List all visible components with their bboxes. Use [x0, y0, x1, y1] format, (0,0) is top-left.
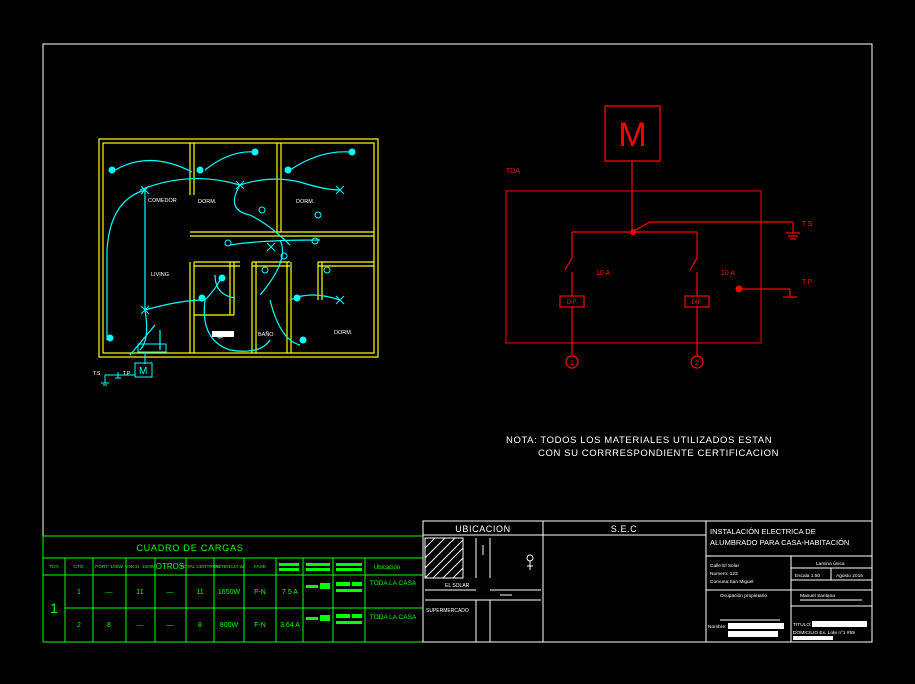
table-header: PORT. 100W: [95, 564, 123, 570]
ts-label: T.S: [93, 371, 101, 377]
street-label: SUPERMERCADO: [426, 608, 469, 614]
table-header: ENCH. 150W: [126, 564, 155, 570]
circuit-number: 2: [695, 360, 699, 367]
room-label: DORM.: [296, 199, 315, 205]
tp-label: T.P: [802, 279, 812, 286]
room-label: COMEDOR: [148, 198, 177, 204]
address-line: Calle:El Solar: [710, 563, 739, 569]
svg-text:11: 11: [136, 589, 143, 596]
load-table-title: CUADRO DE CARGAS: [136, 543, 243, 553]
luminaire-symbol: [293, 294, 301, 302]
breaker-rating: 10 A: [721, 270, 735, 277]
tp-label: T.P: [123, 371, 131, 377]
table-header: FASE: [254, 564, 266, 570]
group-number: 1: [50, 600, 58, 616]
address-field: DOMICILIO Ex. Lote n°1 #59: [793, 630, 855, 636]
note-line-1: NOTA: TODOS LOS MATERIALES UTILIZADOS ES…: [506, 435, 772, 446]
luminaire-symbol: [108, 166, 116, 174]
owner-label: Ocupación propietario: [720, 593, 767, 599]
svg-text:F-N: F-N: [254, 622, 266, 629]
dif-label: DIF.: [567, 300, 578, 306]
svg-text:F-N: F-N: [254, 589, 266, 596]
svg-text:8: 8: [198, 622, 202, 629]
title-label: TITULO:: [793, 622, 811, 628]
svg-text:TODA LA CASA: TODA LA CASA: [370, 614, 417, 621]
room-label: DORM.: [334, 330, 353, 336]
luminaire-symbol: [348, 148, 356, 156]
luminaire-symbol: [196, 166, 204, 174]
redacted-name: [728, 623, 784, 629]
svg-text:—: —: [106, 589, 113, 596]
address-line: Comuna:San Miguel: [710, 579, 753, 585]
location-title: UBICACION: [455, 524, 510, 534]
svg-text:7.5 A: 7.5 A: [282, 589, 298, 596]
luminaire-symbol: [198, 294, 206, 302]
cad-drawing: COMEDOR DORM. DORM. LIVING BAÑO DORM. M …: [0, 0, 915, 684]
drawing-title: ALUMBRADO PARA CASA-HABITACIÓN: [710, 538, 849, 547]
sec-title: S.E.C: [611, 524, 638, 534]
luminaire-symbol: [251, 148, 259, 156]
meter-label: M: [139, 366, 147, 377]
note-line-2: CON SU CORRRESPONDIENTE CERTIFICACION: [538, 448, 779, 459]
svg-text:—: —: [167, 589, 174, 596]
svg-text:TODA LA CASA: TODA LA CASA: [370, 580, 417, 587]
date-label: Agosto 2015: [836, 573, 863, 579]
svg-text:1650W: 1650W: [218, 589, 241, 596]
svg-text:—: —: [167, 622, 174, 629]
dif-label: DIF.: [692, 300, 703, 306]
kitchen-counter: [212, 331, 234, 337]
redacted-address: [793, 636, 833, 640]
room-label: BAÑO: [258, 331, 274, 338]
ts-label: T.S: [802, 221, 812, 228]
breaker-rating: 10 A: [596, 270, 610, 277]
tp-terminal: [735, 285, 743, 293]
svg-text:3.64 A: 3.64 A: [280, 622, 300, 629]
table-header: POTENCIA W: [214, 564, 245, 570]
svg-text:—: —: [137, 622, 144, 629]
svg-text:800W: 800W: [220, 622, 239, 629]
table-header: CTO.: [73, 564, 84, 570]
redacted-title: [812, 621, 867, 627]
name-label: Nombre:: [708, 624, 726, 630]
owner-name: Manuel Santana: [800, 593, 835, 599]
street-label: EL SOLAR: [445, 583, 470, 589]
scale-label: Escala 1:50: [795, 573, 820, 579]
svg-text:2: 2: [77, 622, 81, 629]
svg-text:1: 1: [77, 589, 81, 596]
luminaire-symbol: [218, 274, 226, 282]
drawing-title: INSTALACIÓN ELECTRICA DE: [710, 527, 816, 536]
room-label: LIVING: [151, 272, 169, 278]
table-header: Ubicación: [374, 565, 400, 571]
room-label: DORM.: [198, 199, 217, 205]
address-line: Numero: 123: [710, 571, 738, 577]
svg-text:11: 11: [196, 589, 203, 596]
luminaire-symbol: [106, 334, 114, 342]
tda-label: TDA: [506, 168, 520, 175]
luminaire-symbol: [284, 166, 292, 174]
luminaire-symbol: [299, 336, 307, 344]
junction-dot: [630, 229, 636, 235]
table-header: TDA: [49, 564, 59, 570]
meter-label: M: [618, 116, 646, 154]
sheet-label: Lamina única: [816, 561, 845, 567]
svg-text:8: 8: [107, 622, 111, 629]
redacted-id: [728, 631, 778, 637]
drawing-background: [0, 0, 915, 684]
circuit-number: 1: [570, 360, 574, 367]
